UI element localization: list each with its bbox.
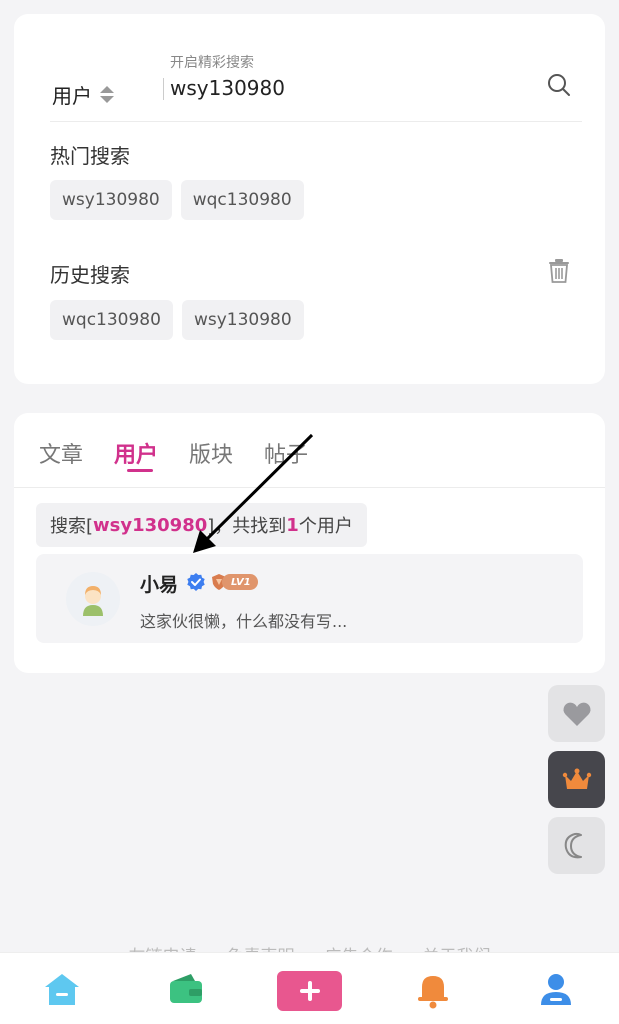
user-result-item[interactable]: 小易 LV1 这家伙很懒，什么都没有写... bbox=[36, 554, 583, 643]
history-search-title: 历史搜索 bbox=[50, 263, 130, 287]
sort-arrows-icon bbox=[100, 86, 114, 103]
result-tabs: 文章 用户 版块 帖子 bbox=[14, 413, 605, 488]
tab-boards[interactable]: 版块 bbox=[189, 437, 233, 469]
search-type-label: 用户 bbox=[52, 84, 92, 108]
search-hint: 开启精彩搜索 bbox=[170, 55, 254, 71]
search-bar: 用户 开启精彩搜索 bbox=[50, 50, 582, 122]
bell-icon[interactable] bbox=[412, 969, 454, 1011]
search-card: 用户 开启精彩搜索 热门搜索 wsy130980 wqc130980 历史搜索 … bbox=[14, 14, 605, 384]
divider bbox=[163, 78, 164, 100]
user-name[interactable]: 小易 bbox=[140, 570, 178, 597]
vip-button[interactable] bbox=[548, 751, 605, 808]
verified-icon bbox=[187, 573, 205, 591]
avatar[interactable] bbox=[66, 572, 120, 626]
history-search-list: wqc130980 wsy130980 bbox=[50, 300, 304, 340]
hot-search-list: wsy130980 wqc130980 bbox=[50, 180, 304, 220]
result-card: 文章 用户 版块 帖子 搜索[wsy130980]，共找到 1 个用户 小易 LV1 bbox=[14, 413, 605, 673]
tab-articles[interactable]: 文章 bbox=[39, 437, 83, 469]
tab-posts[interactable]: 帖子 bbox=[264, 437, 308, 469]
tab-active-indicator bbox=[127, 469, 153, 472]
level-label: LV1 bbox=[222, 574, 258, 590]
result-count: 1 bbox=[286, 514, 299, 536]
crown-icon bbox=[562, 768, 591, 789]
user-bio: 这家伙很懒，什么都没有写... bbox=[140, 612, 348, 631]
heart-icon bbox=[562, 702, 591, 726]
history-search-chip[interactable]: wsy130980 bbox=[181, 300, 304, 340]
history-search-chip[interactable]: wqc130980 bbox=[50, 300, 173, 340]
search-icon[interactable] bbox=[546, 72, 572, 98]
favorite-button[interactable] bbox=[548, 685, 605, 742]
level-badge: LV1 bbox=[210, 573, 266, 591]
plus-icon bbox=[299, 981, 320, 1001]
trash-icon[interactable] bbox=[547, 258, 571, 284]
tab-users[interactable]: 用户 bbox=[114, 437, 158, 469]
hot-search-chip[interactable]: wqc130980 bbox=[180, 180, 304, 220]
hot-search-chip[interactable]: wsy130980 bbox=[50, 180, 172, 220]
result-summary: 搜索[wsy130980]，共找到 1 个用户 bbox=[36, 503, 367, 547]
search-type-selector[interactable]: 用户 bbox=[52, 80, 114, 109]
moon-icon bbox=[564, 832, 582, 858]
home-icon[interactable] bbox=[41, 969, 83, 1011]
publish-button[interactable] bbox=[277, 971, 342, 1011]
wallet-icon[interactable] bbox=[165, 969, 207, 1011]
profile-icon[interactable] bbox=[535, 969, 577, 1011]
bottom-tab-bar bbox=[0, 952, 619, 1024]
result-keyword: wsy130980 bbox=[93, 514, 208, 536]
hot-search-title: 热门搜索 bbox=[50, 144, 130, 168]
night-mode-button[interactable] bbox=[548, 817, 605, 874]
search-input[interactable] bbox=[170, 76, 530, 100]
